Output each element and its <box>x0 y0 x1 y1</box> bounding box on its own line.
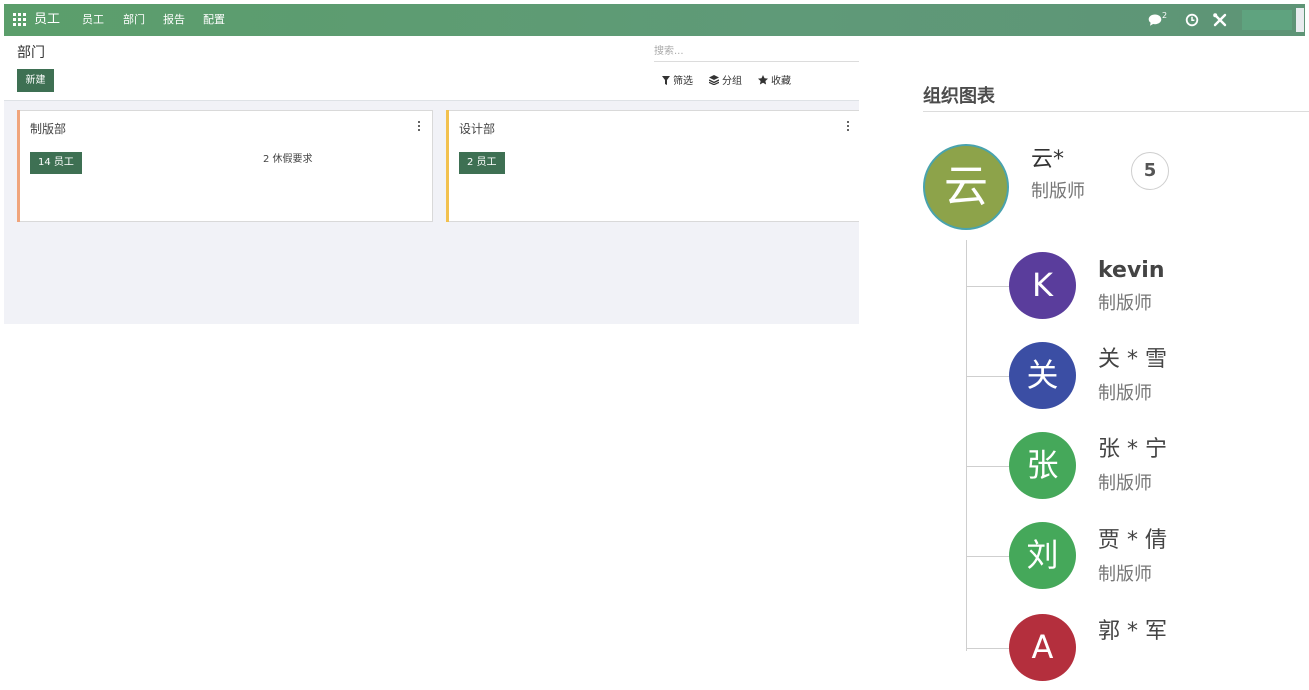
group-by-label: 分组 <box>722 76 742 87</box>
debug-tools-icon[interactable] <box>1212 12 1228 28</box>
subordinate-job-title: 制版师 <box>1098 383 1152 404</box>
manager-avatar[interactable]: 云 <box>923 144 1009 230</box>
favorites-button[interactable]: 收藏 <box>758 75 791 88</box>
subordinate-avatar[interactable]: 刘 <box>1009 522 1076 589</box>
filter-icon <box>662 76 670 85</box>
card-dropdown-icon[interactable] <box>844 120 852 132</box>
subordinate-name[interactable]: 郭 * 军 <box>1098 618 1167 646</box>
search-input[interactable] <box>654 42 859 62</box>
employees-button[interactable]: 14 员工 <box>30 152 82 174</box>
kanban-view: 制版部 14 员工 2 休假要求 设计部 2 员工 <box>4 101 859 324</box>
filter-label: 筛选 <box>673 76 693 87</box>
menu-configuration[interactable]: 配置 <box>203 13 225 27</box>
manager-name[interactable]: 云* <box>1031 146 1064 174</box>
new-button[interactable]: 新建 <box>17 69 54 92</box>
page-title: 部门 <box>17 45 45 61</box>
org-chart-divider <box>923 111 1309 112</box>
top-navbar: 员工 员工 部门 报告 配置 2 <box>4 4 1305 36</box>
subordinate-count-badge[interactable]: 5 <box>1131 152 1169 190</box>
navbar-edge <box>1296 8 1304 32</box>
chat-count-badge: 2 <box>1162 11 1168 20</box>
subordinate-job-title: 制版师 <box>1098 293 1152 314</box>
manager-job-title: 制版师 <box>1031 181 1085 202</box>
leave-requests-link[interactable]: 2 休假要求 <box>263 153 313 167</box>
user-menu[interactable] <box>1242 10 1292 30</box>
card-color-stripe <box>17 110 20 222</box>
subordinate-avatar[interactable]: 张 <box>1009 432 1076 499</box>
menu-employees[interactable]: 员工 <box>82 13 104 27</box>
subordinate-name[interactable]: 贾 * 倩 <box>1098 527 1167 555</box>
employees-button[interactable]: 2 员工 <box>459 152 505 174</box>
department-name: 设计部 <box>459 122 496 136</box>
chat-icon[interactable] <box>1147 12 1163 28</box>
favorites-label: 收藏 <box>771 76 791 87</box>
org-tree-branch <box>966 466 1011 467</box>
org-tree-branch <box>966 286 1011 287</box>
subordinate-job-title: 制版师 <box>1098 564 1152 585</box>
card-color-stripe <box>446 110 449 222</box>
group-by-button[interactable]: 分组 <box>709 75 742 88</box>
subordinate-job-title: 制版师 <box>1098 473 1152 494</box>
org-chart-title: 组织图表 <box>923 86 995 107</box>
card-dropdown-icon[interactable] <box>415 120 423 132</box>
star-icon <box>758 75 768 85</box>
org-tree-branch <box>966 648 1011 649</box>
org-tree-connector <box>966 240 967 651</box>
subordinate-name[interactable]: 张 * 宁 <box>1098 436 1167 464</box>
subordinate-name[interactable]: kevin <box>1098 257 1165 285</box>
app-brand[interactable]: 员工 <box>34 11 60 29</box>
filter-button[interactable]: 筛选 <box>662 75 693 88</box>
clock-icon[interactable] <box>1185 12 1199 28</box>
subordinate-avatar[interactable]: 关 <box>1009 342 1076 409</box>
subordinate-avatar[interactable]: A <box>1009 614 1076 681</box>
department-card-1[interactable]: 制版部 14 员工 2 休假要求 <box>17 110 433 222</box>
subordinate-name[interactable]: 关 * 雪 <box>1098 346 1167 374</box>
menu-departments[interactable]: 部门 <box>123 13 145 27</box>
org-tree-branch <box>966 376 1011 377</box>
layers-icon <box>709 75 719 85</box>
subordinate-avatar[interactable]: K <box>1009 252 1076 319</box>
org-tree-branch <box>966 556 1011 557</box>
apps-menu-icon[interactable] <box>13 13 27 27</box>
department-name: 制版部 <box>30 122 67 136</box>
department-card-2[interactable]: 设计部 2 员工 <box>446 110 859 222</box>
menu-reports[interactable]: 报告 <box>163 13 185 27</box>
